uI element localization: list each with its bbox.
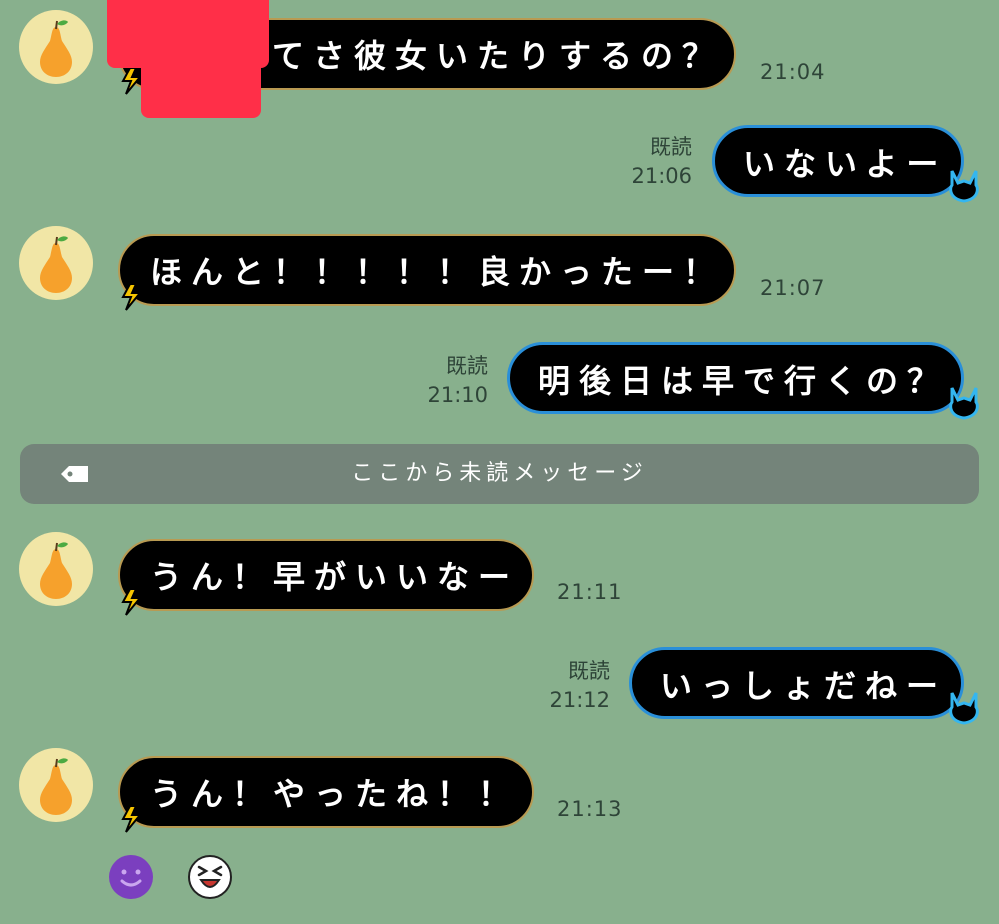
contact-avatar[interactable]	[19, 226, 93, 300]
smile-emoji-icon[interactable]	[108, 854, 154, 900]
message-bubble-outgoing[interactable]: 明後日は早で行くの？	[507, 342, 964, 414]
rabbit-icon	[949, 692, 979, 725]
laughing-emoji-icon[interactable]	[187, 854, 233, 900]
message-text: てさ彼女いたりするの？	[272, 37, 724, 75]
message-time: 21:13	[557, 797, 623, 821]
redaction-block	[107, 0, 269, 68]
message-text: 明後日は早で行くの？	[538, 362, 949, 400]
read-receipt: 既読	[446, 354, 488, 378]
contact-avatar[interactable]	[19, 10, 93, 84]
contact-avatar[interactable]	[19, 532, 93, 606]
message-bubble-outgoing[interactable]: いないよー	[712, 125, 964, 197]
read-receipt: 既読	[568, 659, 610, 683]
message-time: 21:04	[760, 60, 826, 84]
message-meta: 既読 21:06	[600, 133, 692, 191]
message-time: 21:06	[631, 164, 692, 188]
pear-icon	[40, 20, 72, 77]
contact-avatar[interactable]	[19, 748, 93, 822]
message-time: 21:11	[557, 580, 623, 604]
lightning-icon	[121, 805, 143, 833]
lightning-icon	[121, 588, 143, 616]
rabbit-icon	[949, 170, 979, 203]
lightning-icon	[121, 283, 143, 311]
message-text: ほんと！！！！！良かったー！	[150, 253, 725, 291]
message-meta: 既読 21:12	[518, 657, 610, 715]
message-text: いっしょだねー	[660, 667, 948, 705]
redaction-block	[141, 60, 261, 118]
unread-divider: ここから未読メッセージ	[20, 444, 979, 504]
message-bubble-incoming[interactable]: うん！早がいいなー	[118, 539, 534, 611]
message-bubble-outgoing[interactable]: いっしょだねー	[629, 647, 964, 719]
unread-divider-label: ここから未読メッセージ	[351, 461, 648, 486]
message-text: うん！早がいいなー	[150, 558, 520, 596]
message-time: 21:07	[760, 276, 826, 300]
pear-icon	[40, 236, 72, 293]
pear-icon	[40, 758, 72, 815]
read-receipt: 既読	[650, 135, 692, 159]
message-time: 21:10	[427, 383, 488, 407]
message-meta: 既読 21:10	[396, 352, 488, 410]
message-bubble-incoming[interactable]: うん！やったね！！	[118, 756, 534, 828]
pear-icon	[40, 542, 72, 599]
message-time: 21:12	[549, 688, 610, 712]
message-text: いないよー	[743, 145, 948, 183]
message-text: うん！やったね！！	[150, 775, 520, 813]
message-bubble-incoming[interactable]: ほんと！！！！！良かったー！	[118, 234, 736, 306]
rabbit-icon	[949, 387, 979, 420]
